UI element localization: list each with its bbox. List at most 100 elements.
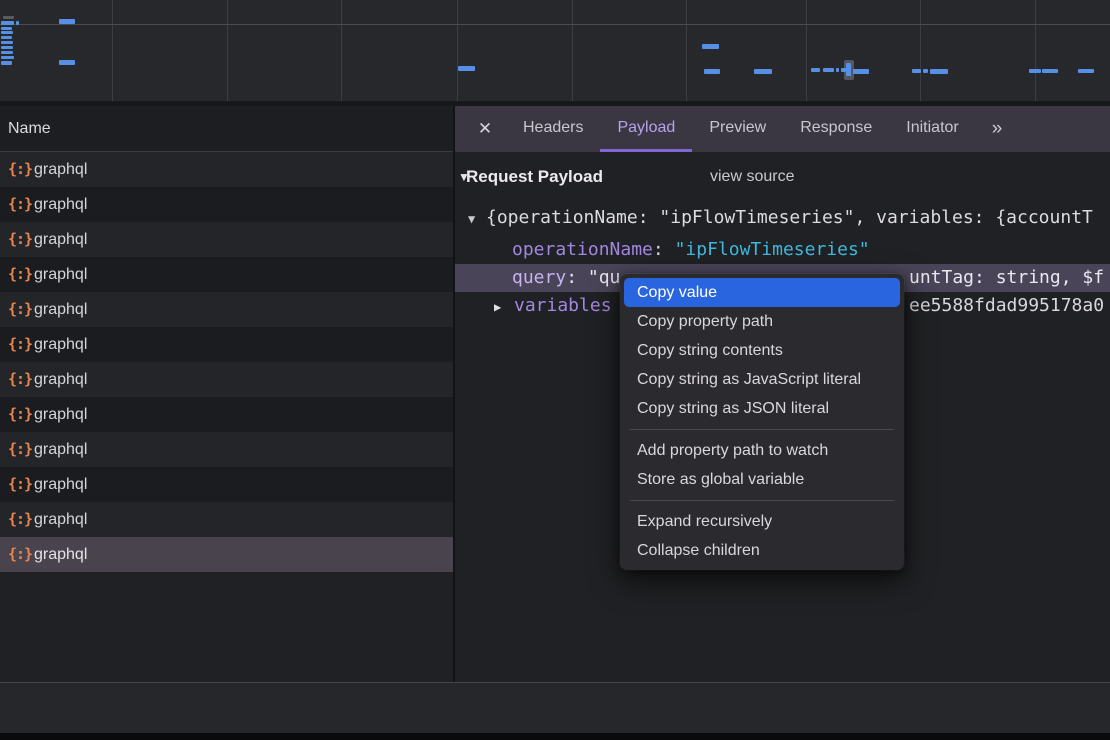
timeline-row-divider	[0, 24, 1110, 25]
timeline-gridline	[686, 0, 687, 101]
request-name-label: graphql	[34, 441, 87, 458]
request-name-label: graphql	[34, 301, 87, 318]
request-name-label: graphql	[34, 161, 87, 178]
property-key: operationName	[512, 239, 653, 260]
menu-separator	[630, 429, 894, 430]
view-source-link[interactable]: view source	[710, 168, 794, 186]
request-timing-bar	[1, 41, 13, 44]
network-request-row[interactable]: {:}graphql	[0, 187, 453, 222]
tab-payload[interactable]: Payload	[600, 106, 692, 152]
menu-item-copy-string-contents[interactable]: Copy string contents	[620, 336, 904, 365]
request-timing-bar	[754, 69, 772, 74]
timeline-gridline	[341, 0, 342, 101]
tab-preview[interactable]: Preview	[692, 106, 783, 152]
tab-initiator[interactable]: Initiator	[889, 106, 975, 152]
tab-response[interactable]: Response	[783, 106, 889, 152]
json-request-icon: {:}	[8, 222, 34, 257]
status-bar-area	[0, 683, 1110, 733]
request-timing-bar	[912, 69, 921, 73]
timeline-gridline	[572, 0, 573, 101]
property-value-right-fragment: untTag: string, $f	[909, 264, 1104, 292]
menu-item-copy-value[interactable]: Copy value	[624, 278, 900, 307]
property-value-string: "ipFlowTimeseries"	[675, 239, 870, 260]
request-timing-bar	[1, 46, 13, 49]
request-timing-bar	[59, 60, 75, 65]
request-timing-bar	[823, 68, 834, 72]
timeline-gridline	[806, 0, 807, 101]
menu-item-add-property-path-to-watch[interactable]: Add property path to watch	[620, 436, 904, 465]
network-request-row[interactable]: {:}graphql	[0, 152, 453, 187]
more-tabs-icon[interactable]: »	[982, 106, 1011, 152]
payload-root-row[interactable]: ▼ {operationName: "ipFlowTimeseries", va…	[455, 204, 1110, 232]
json-request-icon: {:}	[8, 537, 34, 572]
request-timing-bar	[1, 61, 12, 65]
menu-item-copy-string-as-json-literal[interactable]: Copy string as JSON literal	[620, 394, 904, 423]
request-timing-bar	[1, 27, 12, 30]
request-timing-bar	[458, 66, 475, 71]
network-request-row[interactable]: {:}graphql	[0, 327, 453, 362]
request-timing-bar	[846, 63, 851, 76]
context-menu: Copy valueCopy property pathCopy string …	[620, 274, 904, 570]
payload-row-operationname[interactable]: operationName: "ipFlowTimeseries"	[455, 236, 1110, 264]
json-request-icon: {:}	[8, 292, 34, 327]
menu-item-copy-string-as-javascript-literal[interactable]: Copy string as JavaScript literal	[620, 365, 904, 394]
network-request-row[interactable]: {:}graphql	[0, 467, 453, 502]
json-request-icon: {:}	[8, 502, 34, 537]
request-timing-bar	[1, 31, 13, 34]
network-request-row[interactable]: {:}graphql	[0, 362, 453, 397]
request-timing-bar	[1, 21, 14, 25]
menu-item-collapse-children[interactable]: Collapse children	[620, 536, 904, 565]
request-name-label: graphql	[34, 511, 87, 528]
request-timing-bar	[702, 44, 719, 49]
network-request-row[interactable]: {:}graphql	[0, 432, 453, 467]
column-header-label: Name	[8, 120, 51, 137]
request-timing-bar	[1042, 69, 1058, 73]
payload-root-preview: {operationName: "ipFlowTimeseries", vari…	[486, 204, 1093, 232]
menu-item-store-as-global-variable[interactable]: Store as global variable	[620, 465, 904, 494]
json-request-icon: {:}	[8, 187, 34, 222]
request-timing-bar	[1, 51, 13, 54]
close-icon[interactable]: ✕	[470, 106, 500, 152]
timeline-gridline	[1035, 0, 1036, 101]
key-separator: :	[566, 267, 588, 288]
network-request-row[interactable]: {:}graphql	[0, 502, 453, 537]
request-name-label: graphql	[34, 371, 87, 388]
requests-table: Name {:}graphql{:}graphql{:}graphql{:}gr…	[0, 106, 453, 733]
network-overview-timeline[interactable]	[0, 0, 1110, 101]
json-request-icon: {:}	[8, 432, 34, 467]
menu-item-expand-recursively[interactable]: Expand recursively	[620, 507, 904, 536]
disclosure-expanded-icon[interactable]: ▼	[468, 205, 475, 233]
network-request-row[interactable]: {:}graphql	[0, 257, 453, 292]
timeline-gridline	[920, 0, 921, 101]
network-request-row[interactable]: {:}graphql	[0, 537, 453, 572]
json-request-icon: {:}	[8, 257, 34, 292]
detail-tabs: HeadersPayloadPreviewResponseInitiator	[506, 106, 976, 152]
request-timing-bar	[853, 69, 869, 74]
request-timing-bar	[59, 19, 75, 24]
network-request-row[interactable]: {:}graphql	[0, 292, 453, 327]
request-timing-bar	[1029, 69, 1041, 73]
detail-tab-bar: ✕ HeadersPayloadPreviewResponseInitiator…	[455, 106, 1110, 152]
request-timing-bar	[836, 68, 839, 72]
timeline-gridline	[457, 0, 458, 101]
request-timing-bar	[3, 16, 14, 19]
request-timing-bar	[811, 68, 820, 72]
menu-separator	[630, 500, 894, 501]
request-timing-bar	[16, 21, 19, 25]
disclosure-collapsed-icon[interactable]: ▶	[494, 293, 501, 321]
devtools-network-panel: Name {:}graphql{:}graphql{:}graphql{:}gr…	[0, 0, 1110, 740]
column-header-name[interactable]: Name	[0, 106, 453, 152]
request-timing-bar	[930, 69, 948, 74]
property-value-left-fragment: "qu	[588, 267, 621, 288]
network-request-row[interactable]: {:}graphql	[0, 222, 453, 257]
request-timing-bar	[1, 36, 12, 39]
request-name-label: graphql	[34, 336, 87, 353]
request-name-label: graphql	[34, 476, 87, 493]
section-title: Request Payload	[466, 167, 603, 187]
tab-headers[interactable]: Headers	[506, 106, 600, 152]
request-name-label: graphql	[34, 231, 87, 248]
json-request-icon: {:}	[8, 152, 34, 187]
table-footer-divider	[0, 682, 1110, 683]
menu-item-copy-property-path[interactable]: Copy property path	[620, 307, 904, 336]
network-request-row[interactable]: {:}graphql	[0, 397, 453, 432]
